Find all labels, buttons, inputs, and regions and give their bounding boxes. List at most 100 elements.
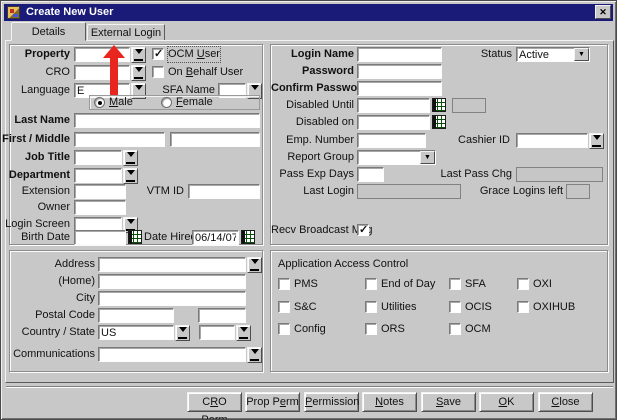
owner-input[interactable] (74, 200, 126, 215)
notes-button[interactable]: Notes (362, 392, 417, 412)
aac-label-end-of-day: End of Day (381, 277, 435, 292)
aac-label-sc: S&C (294, 300, 317, 315)
lov-bar-icon (239, 337, 248, 339)
on-behalf-user-label: On Behalf User (168, 65, 243, 80)
communications-label: Communications (2, 347, 95, 362)
communications-input[interactable] (98, 347, 246, 362)
aac-checkbox-pms[interactable] (278, 278, 290, 290)
permission-button[interactable]: Permission (304, 392, 359, 412)
aac-checkbox-utilities[interactable] (365, 301, 377, 313)
aac-label-config: Config (294, 322, 326, 337)
tab-details[interactable]: Details (11, 22, 86, 41)
prop-perm-button[interactable]: Prop Perm (245, 392, 300, 412)
last-pass-chg-label: Last Pass Chg (432, 167, 512, 182)
female-radio[interactable] (161, 97, 172, 108)
last-name-input[interactable] (74, 113, 260, 128)
lov-arrow-icon (135, 67, 143, 76)
aac-label-pms: PMS (294, 277, 318, 292)
lov-arrow-icon (127, 170, 135, 179)
close-button-bottom[interactable]: Close (538, 392, 593, 412)
cashier-id-lov-button[interactable] (589, 133, 604, 149)
emp-number-input[interactable] (357, 133, 426, 148)
ok-button[interactable]: OK (479, 392, 534, 412)
application-access-title: Application Access Control (278, 257, 408, 272)
date-hired-input[interactable] (192, 230, 239, 245)
birth-date-input[interactable] (74, 230, 126, 245)
vtm-id-input[interactable] (188, 184, 260, 199)
aac-checkbox-sc[interactable] (278, 301, 290, 313)
aac-checkbox-ocm[interactable] (449, 323, 461, 335)
login-name-input[interactable] (357, 47, 442, 62)
confirm-password-input[interactable] (357, 81, 442, 96)
pass-exp-days-label: Pass Exp Days (271, 167, 354, 182)
password-input[interactable] (357, 64, 442, 79)
country-state-label: Country / State (12, 325, 95, 340)
cro-label: CRO (12, 65, 70, 80)
female-label: Female (176, 95, 213, 110)
aac-checkbox-config[interactable] (278, 323, 290, 335)
state-lov-button[interactable] (236, 325, 251, 341)
cro-input[interactable] (74, 65, 130, 80)
lov-arrow-icon (593, 135, 601, 144)
cro-perm-button[interactable]: CRO Perm (187, 392, 242, 412)
department-lov-button[interactable] (123, 168, 138, 184)
aac-checkbox-end-of-day[interactable] (365, 278, 377, 290)
recv-broadcast-msg-label: Recv Broadcast Msg (271, 223, 354, 238)
date-hired-calendar-icon[interactable] (241, 230, 255, 244)
property-lov-button[interactable] (131, 47, 146, 63)
lov-arrow-icon (127, 152, 135, 161)
disabled-on-input[interactable] (357, 115, 430, 130)
disabled-until-calendar-icon[interactable] (432, 98, 446, 112)
lov-bar-icon (134, 77, 143, 79)
aac-label-ors: ORS (381, 322, 405, 337)
save-button[interactable]: Save (421, 392, 476, 412)
address-lov-button[interactable] (247, 257, 262, 273)
job-title-label: Job Title (12, 150, 70, 165)
birth-date-calendar-icon[interactable] (128, 230, 142, 244)
address-label: Address (12, 257, 95, 272)
home-address-input[interactable] (98, 274, 246, 289)
disabled-on-calendar-icon[interactable] (432, 115, 446, 129)
communications-lov-button[interactable] (247, 347, 262, 363)
country-input[interactable] (98, 325, 174, 340)
country-lov-button[interactable] (175, 325, 190, 341)
date-hired-label: Date Hired (144, 230, 190, 245)
state-input[interactable] (199, 325, 235, 340)
city-input[interactable] (98, 291, 246, 306)
on-behalf-user-checkbox[interactable] (152, 66, 164, 78)
cashier-id-input[interactable] (516, 133, 588, 148)
lov-arrow-icon (135, 49, 143, 58)
aac-checkbox-oxihub[interactable] (517, 301, 529, 313)
address-input[interactable] (98, 257, 246, 272)
first-name-input[interactable] (74, 132, 165, 147)
department-input[interactable] (74, 168, 122, 183)
property-label: Property (12, 47, 70, 62)
close-button[interactable]: ✕ (595, 5, 611, 19)
birth-date-label: Birth Date (12, 230, 70, 245)
male-radio[interactable] (94, 97, 105, 108)
cro-lov-button[interactable] (131, 65, 146, 81)
job-title-lov-button[interactable] (123, 150, 138, 166)
postal-code-input[interactable] (98, 308, 174, 323)
extension-input[interactable] (74, 184, 126, 199)
ocm-user-checkbox[interactable] (152, 48, 164, 60)
aac-checkbox-ors[interactable] (365, 323, 377, 335)
postal-code-ext-input[interactable] (198, 308, 246, 323)
job-title-input[interactable] (74, 150, 122, 165)
status-dropdown-icon[interactable]: ▼ (574, 48, 589, 61)
account-group: Login Name Status ▼ Password Confirm Pas… (270, 44, 608, 245)
male-label: Male (109, 95, 133, 110)
tab-external-login[interactable]: External Login (87, 24, 165, 41)
lov-bar-icon (126, 180, 135, 182)
pass-exp-days-input[interactable] (357, 167, 384, 182)
grace-logins-left-field (566, 184, 590, 199)
aac-checkbox-sfa[interactable] (449, 278, 461, 290)
login-name-label: Login Name (271, 47, 354, 62)
aac-checkbox-ocis[interactable] (449, 301, 461, 313)
middle-name-input[interactable] (170, 132, 260, 147)
aac-checkbox-oxi[interactable] (517, 278, 529, 290)
lov-arrow-icon (179, 327, 187, 336)
disabled-until-input[interactable] (357, 98, 430, 113)
report-group-dropdown-icon[interactable]: ▼ (420, 151, 435, 164)
recv-broadcast-msg-checkbox[interactable] (357, 224, 369, 236)
